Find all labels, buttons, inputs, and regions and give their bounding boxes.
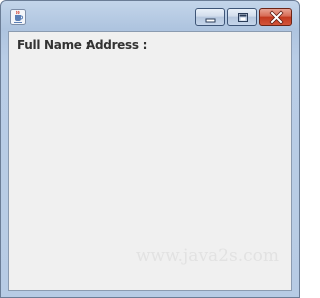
minimize-icon bbox=[205, 18, 216, 23]
title-bar[interactable] bbox=[1, 1, 299, 31]
java-cup-icon[interactable] bbox=[10, 9, 26, 25]
content-panel: Full Name : Address : www.java2s.com bbox=[8, 31, 292, 291]
app-window: Full Name : Address : www.java2s.com bbox=[0, 0, 300, 298]
close-button[interactable] bbox=[259, 8, 292, 26]
close-icon bbox=[269, 10, 284, 25]
minimize-button[interactable] bbox=[195, 8, 225, 26]
full-name-label: Full Name : bbox=[17, 38, 91, 52]
watermark-text: www.java2s.com bbox=[136, 246, 280, 266]
maximize-icon bbox=[238, 13, 248, 22]
maximize-button[interactable] bbox=[227, 8, 257, 26]
address-label: Address : bbox=[86, 38, 148, 52]
